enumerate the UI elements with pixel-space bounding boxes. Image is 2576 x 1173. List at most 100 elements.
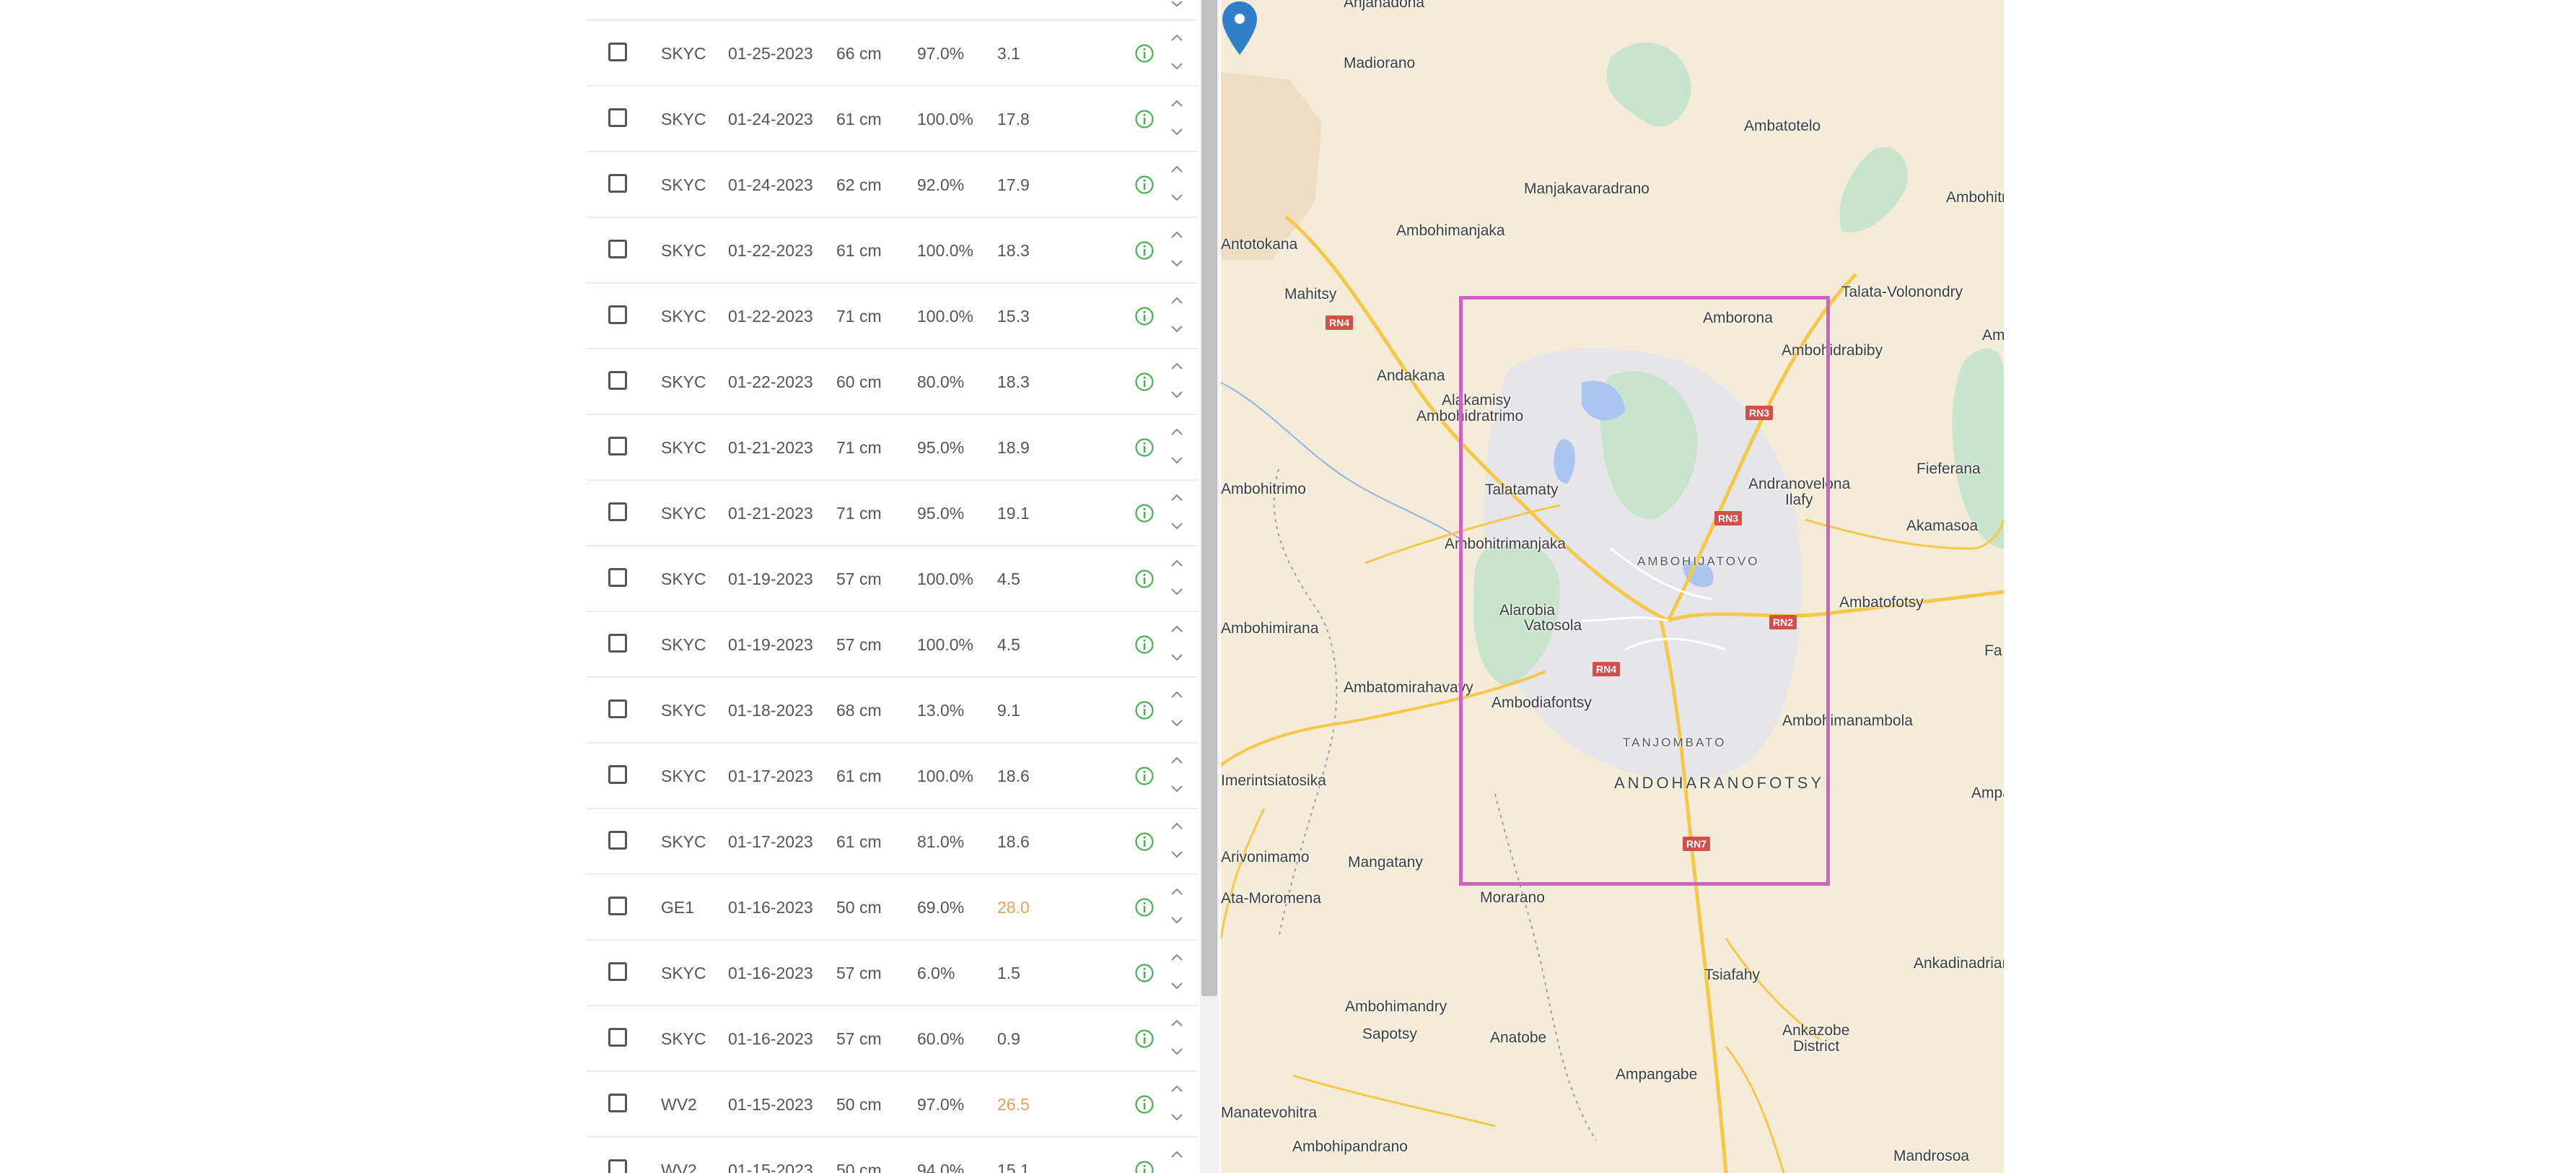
chevron-up-icon[interactable] xyxy=(1170,886,1184,897)
table-row[interactable]: SKYC 01-22-2023 61 cm 100.0% 18.3 xyxy=(587,217,1198,282)
row-select-checkbox[interactable] xyxy=(608,1094,627,1112)
chevron-down-icon[interactable] xyxy=(1170,915,1184,925)
chevron-down-icon[interactable] xyxy=(1170,521,1184,531)
row-select-checkbox[interactable] xyxy=(608,765,627,784)
row-select-checkbox[interactable] xyxy=(608,699,627,718)
chevron-down-icon[interactable] xyxy=(1170,61,1184,71)
chevron-up-icon[interactable] xyxy=(1170,164,1184,174)
chevron-down-icon[interactable] xyxy=(1170,0,1184,7)
table-row[interactable]: SKYC 01-24-2023 62 cm 92.0% 17.9 xyxy=(587,151,1198,217)
table-row[interactable]: SKYC 01-17-2023 61 cm 100.0% 18.6 xyxy=(587,742,1198,808)
info-circle-icon[interactable] xyxy=(1134,372,1155,392)
info-circle-icon[interactable] xyxy=(1134,240,1155,261)
chevron-down-icon[interactable] xyxy=(1170,981,1184,991)
map-place-label: Ambohitrimo xyxy=(1221,481,1306,497)
chevron-down-icon[interactable] xyxy=(1170,850,1184,860)
table-row[interactable]: SKYC 01-22-2023 71 cm 100.0% 15.3 xyxy=(587,282,1198,348)
chevron-down-icon[interactable] xyxy=(1170,653,1184,663)
info-circle-icon[interactable] xyxy=(1134,306,1155,326)
map-view[interactable]: Anjanadona Madiorano Ambatotelo Manjakavara… xyxy=(1221,0,2004,1173)
chevron-up-icon[interactable] xyxy=(1170,952,1184,962)
coverage-cell: 92.0% xyxy=(917,175,965,194)
chevron-down-icon[interactable] xyxy=(1170,718,1184,728)
info-circle-icon[interactable] xyxy=(1134,1160,1155,1173)
chevron-up-icon[interactable] xyxy=(1170,492,1184,502)
chevron-down-icon[interactable] xyxy=(1170,1047,1184,1057)
satellite-cell: SKYC xyxy=(661,44,706,63)
info-circle-icon[interactable] xyxy=(1134,437,1155,458)
table-row[interactable]: SKYC 01-17-2023 61 cm 81.0% 18.6 xyxy=(587,808,1198,873)
info-circle-icon[interactable] xyxy=(1134,1094,1155,1115)
chevron-up-icon[interactable] xyxy=(1170,427,1184,437)
chevron-up-icon[interactable] xyxy=(1170,295,1184,305)
info-circle-icon[interactable] xyxy=(1134,569,1155,589)
row-select-checkbox[interactable] xyxy=(608,240,627,258)
row-select-checkbox[interactable] xyxy=(608,634,627,653)
chevron-down-icon[interactable] xyxy=(1170,784,1184,794)
table-row[interactable]: SKYC 01-19-2023 57 cm 100.0% 4.5 xyxy=(587,545,1198,611)
row-select-checkbox[interactable] xyxy=(608,108,627,127)
row-select-checkbox[interactable] xyxy=(608,502,627,521)
info-circle-icon[interactable] xyxy=(1134,963,1155,983)
table-row[interactable]: GE1 01-16-2023 50 cm 69.0% 28.0 xyxy=(587,873,1198,939)
table-row[interactable]: SKYC 01-25-2023 66 cm 97.0% 3.1 xyxy=(587,19,1198,85)
row-select-checkbox[interactable] xyxy=(608,1028,627,1047)
table-row[interactable]: SKYC 01-21-2023 71 cm 95.0% 19.1 xyxy=(587,479,1198,545)
row-select-checkbox[interactable] xyxy=(608,831,627,850)
map-pin-icon[interactable] xyxy=(1221,0,1258,56)
table-row[interactable]: SKYC 01-19-2023 57 cm 100.0% 4.5 xyxy=(587,611,1198,676)
table-row[interactable]: SKYC 01-18-2023 68 cm 13.0% 9.1 xyxy=(587,676,1198,742)
info-circle-icon[interactable] xyxy=(1134,175,1155,195)
table-row[interactable]: SKYC 01-22-2023 60 cm 80.0% 18.3 xyxy=(587,348,1198,414)
table-row[interactable]: SKYC 01-16-2023 57 cm 6.0% 1.5 xyxy=(587,939,1198,1005)
chevron-up-icon[interactable] xyxy=(1170,1083,1184,1094)
info-circle-icon[interactable] xyxy=(1134,1029,1155,1049)
chevron-down-icon[interactable] xyxy=(1170,390,1184,400)
chevron-up-icon[interactable] xyxy=(1170,361,1184,371)
info-circle-icon[interactable] xyxy=(1134,635,1155,655)
chevron-up-icon[interactable] xyxy=(1170,98,1184,108)
list-scrollbar-thumb[interactable] xyxy=(1201,0,1217,996)
chevron-down-icon[interactable] xyxy=(1170,127,1184,137)
chevron-up-icon[interactable] xyxy=(1170,624,1184,634)
info-circle-icon[interactable] xyxy=(1134,109,1155,129)
info-circle-icon[interactable] xyxy=(1134,43,1155,64)
chevron-up-icon[interactable] xyxy=(1170,821,1184,831)
chevron-down-icon[interactable] xyxy=(1170,455,1184,466)
chevron-down-icon[interactable] xyxy=(1170,324,1184,334)
row-select-checkbox[interactable] xyxy=(608,371,627,390)
chevron-down-icon[interactable] xyxy=(1170,258,1184,269)
chevron-up-icon[interactable] xyxy=(1170,755,1184,765)
info-circle-icon[interactable] xyxy=(1134,503,1155,523)
table-row[interactable]: WV2 01-15-2023 50 cm 97.0% 26.5 xyxy=(587,1070,1198,1136)
table-row[interactable]: SKYC 01-24-2023 61 cm 100.0% 17.8 xyxy=(587,85,1198,151)
info-circle-icon[interactable] xyxy=(1134,766,1155,786)
area-of-interest-box[interactable] xyxy=(1459,296,1830,886)
table-row[interactable]: SKYC 01-16-2023 57 cm 60.0% 0.9 xyxy=(587,1005,1198,1070)
row-select-checkbox[interactable] xyxy=(608,1159,627,1173)
row-select-checkbox[interactable] xyxy=(608,305,627,324)
chevron-up-icon[interactable] xyxy=(1170,558,1184,568)
chevron-down-icon[interactable] xyxy=(1170,193,1184,203)
row-select-checkbox[interactable] xyxy=(608,897,627,915)
row-select-checkbox[interactable] xyxy=(608,568,627,587)
satellite-cell: SKYC xyxy=(661,438,706,457)
info-circle-icon[interactable] xyxy=(1134,700,1155,720)
info-circle-icon[interactable] xyxy=(1134,897,1155,917)
row-select-checkbox[interactable] xyxy=(608,437,627,455)
row-select-checkbox[interactable] xyxy=(608,174,627,193)
chevron-up-icon[interactable] xyxy=(1170,689,1184,699)
chevron-up-icon[interactable] xyxy=(1170,230,1184,240)
chevron-up-icon[interactable] xyxy=(1170,32,1184,43)
table-row[interactable]: WV2 01-15-2023 50 cm 94.0% 15.1 xyxy=(587,1136,1198,1173)
chevron-down-icon[interactable] xyxy=(1170,1112,1184,1122)
chevron-down-icon[interactable] xyxy=(1170,587,1184,597)
row-select-checkbox[interactable] xyxy=(608,962,627,981)
map-place-label: Mangatany xyxy=(1348,854,1423,871)
info-circle-icon[interactable] xyxy=(1134,832,1155,852)
chevron-up-icon[interactable] xyxy=(1170,1018,1184,1028)
row-select-checkbox[interactable] xyxy=(608,43,627,61)
chevron-up-icon[interactable] xyxy=(1170,1149,1184,1159)
coverage-cell: 94.0% xyxy=(917,1161,965,1173)
table-row[interactable]: SKYC 01-21-2023 71 cm 95.0% 18.9 xyxy=(587,414,1198,479)
